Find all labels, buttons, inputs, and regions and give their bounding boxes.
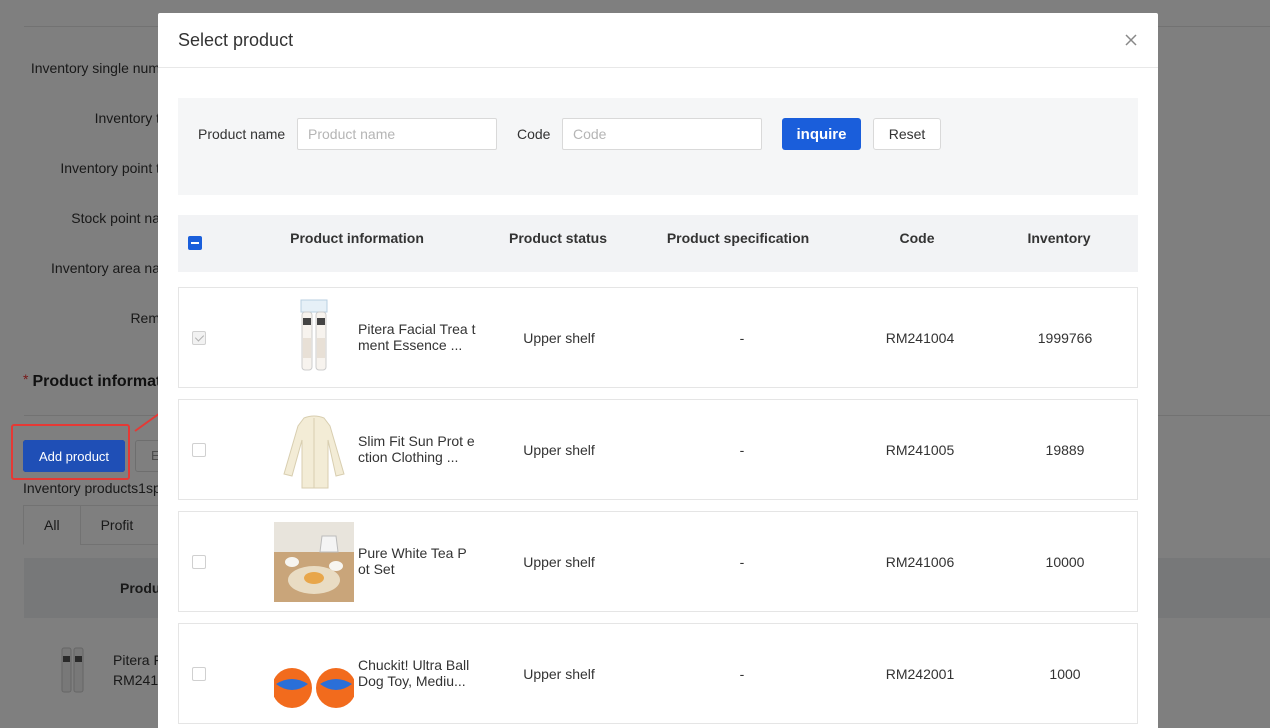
table-header: Product information Product status Produ… (178, 215, 1138, 272)
essence-bottles-image (274, 298, 354, 378)
product-name: Slim Fit Sun Prot ection Clothing ... (358, 433, 475, 465)
product-inventory: 1999766 (1037, 330, 1093, 346)
row-checkbox[interactable] (192, 667, 206, 681)
product-status: Upper shelf (523, 330, 595, 346)
row-checkbox[interactable] (192, 443, 206, 457)
product-code: RM241004 (885, 330, 955, 346)
table-row[interactable]: Pitera Facial Trea tment Essence ... Upp… (178, 287, 1138, 388)
table-row[interactable]: Slim Fit Sun Prot ection Clothing ... Up… (178, 399, 1138, 500)
code-label: Code (517, 126, 551, 142)
dog-ball-image (274, 634, 354, 714)
col-product-information: Product information (290, 230, 424, 246)
select-product-modal: Select product Product name Code inquire… (158, 13, 1158, 728)
product-spec: - (739, 554, 745, 570)
product-spec: - (739, 666, 745, 682)
reset-button[interactable]: Reset (873, 118, 941, 150)
product-inventory: 1000 (1049, 666, 1081, 682)
code-input[interactable] (562, 118, 762, 150)
product-code: RM242001 (885, 666, 955, 682)
modal-title: Select product (178, 29, 294, 50)
product-spec: - (739, 442, 745, 458)
product-name-label: Product name (198, 126, 286, 142)
search-panel: Product name Code inquire Reset (178, 98, 1138, 195)
col-inventory: Inventory (1027, 230, 1091, 246)
product-spec: - (739, 330, 745, 346)
product-name-input[interactable] (297, 118, 497, 150)
tea-set-image (274, 522, 354, 602)
modal-header: Select product (158, 13, 1158, 68)
col-product-status: Product status (508, 230, 608, 246)
product-status: Upper shelf (523, 666, 595, 682)
table-row[interactable]: Chuckit! Ultra Ball Dog Toy, Mediu... Up… (178, 623, 1138, 724)
close-icon[interactable] (1124, 33, 1138, 47)
inquire-button[interactable]: inquire (782, 118, 861, 150)
table-row[interactable]: Pure White Tea P ot Set Upper shelf - RM… (178, 511, 1138, 612)
product-code: RM241005 (885, 442, 955, 458)
product-inventory: 19889 (1045, 442, 1085, 458)
product-status: Upper shelf (523, 442, 595, 458)
product-status: Upper shelf (523, 554, 595, 570)
col-product-specification: Product specification (666, 230, 810, 246)
product-code: RM241006 (885, 554, 955, 570)
row-checkbox (192, 331, 206, 345)
col-code: Code (899, 230, 935, 246)
highlight-box (11, 424, 130, 480)
sun-clothing-image (274, 410, 354, 490)
product-name: Chuckit! Ultra Ball Dog Toy, Mediu... (358, 657, 470, 689)
product-inventory: 10000 (1045, 554, 1085, 570)
select-all-checkbox[interactable] (188, 236, 202, 250)
row-checkbox[interactable] (192, 555, 206, 569)
product-name: Pure White Tea P ot Set (358, 545, 467, 577)
product-name: Pitera Facial Trea tment Essence ... (358, 321, 476, 353)
